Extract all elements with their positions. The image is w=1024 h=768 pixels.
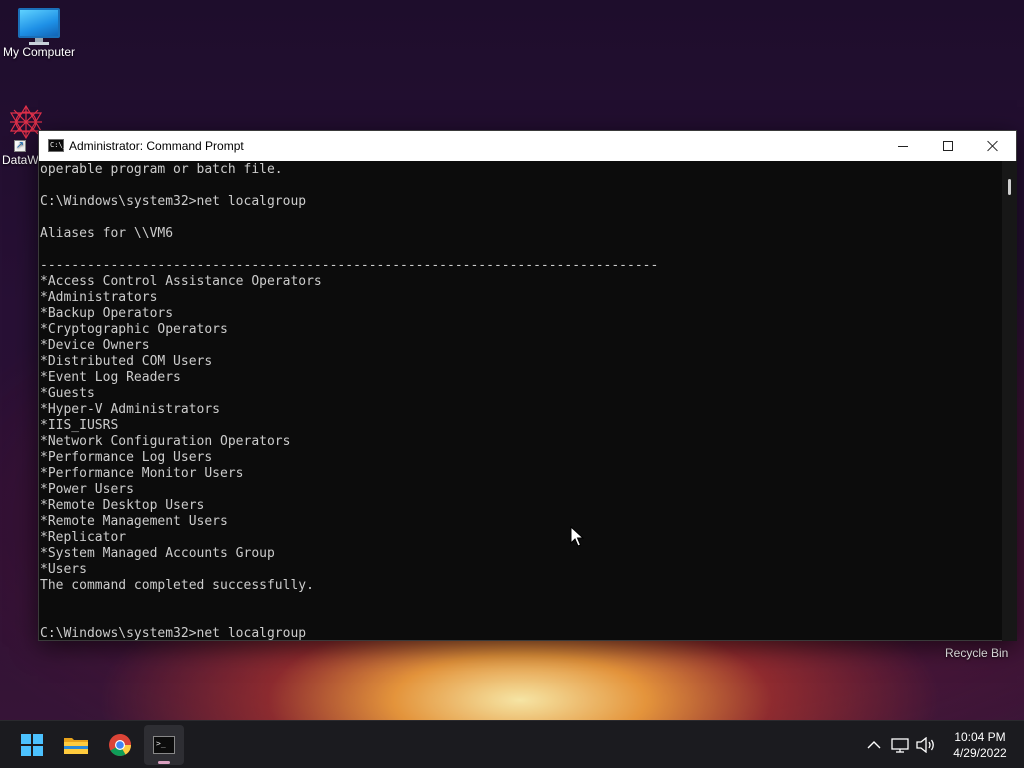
scrollbar-thumb[interactable]: [1008, 179, 1011, 195]
console-line: *Remote Management Users: [40, 514, 228, 529]
taskbar-chrome[interactable]: [100, 725, 140, 765]
console-line: C:\Windows\system32>net localgroup: [40, 626, 307, 641]
console-line: *Event Log Readers: [40, 370, 181, 385]
window-title: Administrator: Command Prompt: [69, 139, 244, 153]
console-line: *Hyper-V Administrators: [40, 402, 221, 417]
folder-icon: [64, 738, 88, 754]
close-icon: [987, 140, 999, 152]
console-line: Aliases for \\VM6: [40, 226, 174, 241]
system-tray: [862, 721, 940, 768]
console-line: *Access Control Assistance Operators: [40, 274, 322, 289]
command-prompt-icon: C:\_: [48, 139, 67, 152]
minimize-icon: [898, 145, 908, 147]
computer-icon: [18, 8, 60, 45]
taskbar-clock[interactable]: 10:04 PM 4/29/2022: [940, 729, 1020, 761]
volume-icon[interactable]: [914, 733, 938, 757]
console-line: *Device Owners: [40, 338, 150, 353]
command-prompt-icon: >_: [153, 736, 175, 754]
network-icon[interactable]: [888, 733, 912, 757]
clock-time: 10:04 PM: [954, 730, 1006, 744]
clock-date: 4/29/2022: [953, 746, 1007, 760]
console-line: *System Managed Accounts Group: [40, 546, 275, 561]
windows-logo-icon: [21, 734, 43, 756]
console-line: *Power Users: [40, 482, 134, 497]
recycle-bin-label[interactable]: Recycle Bin: [945, 646, 1008, 660]
start-button[interactable]: [12, 725, 52, 765]
window-titlebar[interactable]: C:\_ Administrator: Command Prompt: [39, 131, 1016, 161]
taskbar: >_ 10:04 PM 4/29/2022: [0, 720, 1024, 768]
maximize-button[interactable]: [925, 131, 971, 161]
mouse-pointer-icon: [570, 526, 584, 547]
vertical-scrollbar[interactable]: [1002, 161, 1017, 641]
console-line: *Performance Monitor Users: [40, 466, 244, 481]
console-line: *Guests: [40, 386, 95, 401]
shortcut-arrow-icon: ↗: [14, 140, 26, 152]
taskbar-file-explorer[interactable]: [56, 725, 96, 765]
console-line: *Backup Operators: [40, 306, 174, 321]
console-line: *Users: [40, 562, 87, 577]
console-line: *Cryptographic Operators: [40, 322, 228, 337]
desktop-icon-my-computer[interactable]: My Computer: [0, 8, 78, 59]
console-line: C:\Windows\system32>net localgroup: [40, 194, 307, 209]
console-line: *Replicator: [40, 530, 127, 545]
close-button[interactable]: [970, 131, 1016, 161]
chrome-icon: [109, 734, 131, 756]
console-line: *Remote Desktop Users: [40, 498, 205, 513]
console-line: *IIS_IUSRS: [40, 418, 119, 433]
active-indicator: [158, 761, 170, 764]
taskbar-command-prompt[interactable]: >_: [144, 725, 184, 765]
chevron-up-icon[interactable]: [862, 733, 886, 757]
maximize-icon: [943, 141, 953, 151]
console-line: ----------------------------------------…: [40, 258, 659, 273]
console-line: The command completed successfully.: [40, 578, 314, 593]
command-prompt-window[interactable]: C:\_ Administrator: Command Prompt opera…: [38, 130, 1017, 641]
console-line: operable program or batch file.: [40, 162, 283, 177]
console-line: *Performance Log Users: [40, 450, 213, 465]
console-output[interactable]: operable program or batch file. C:\Window…: [39, 161, 1002, 641]
minimize-button[interactable]: [880, 131, 926, 161]
desktop-icon-label: My Computer: [2, 45, 76, 59]
console-line: *Network Configuration Operators: [40, 434, 291, 449]
console-line: *Distributed COM Users: [40, 354, 213, 369]
console-line: *Administrators: [40, 290, 158, 305]
